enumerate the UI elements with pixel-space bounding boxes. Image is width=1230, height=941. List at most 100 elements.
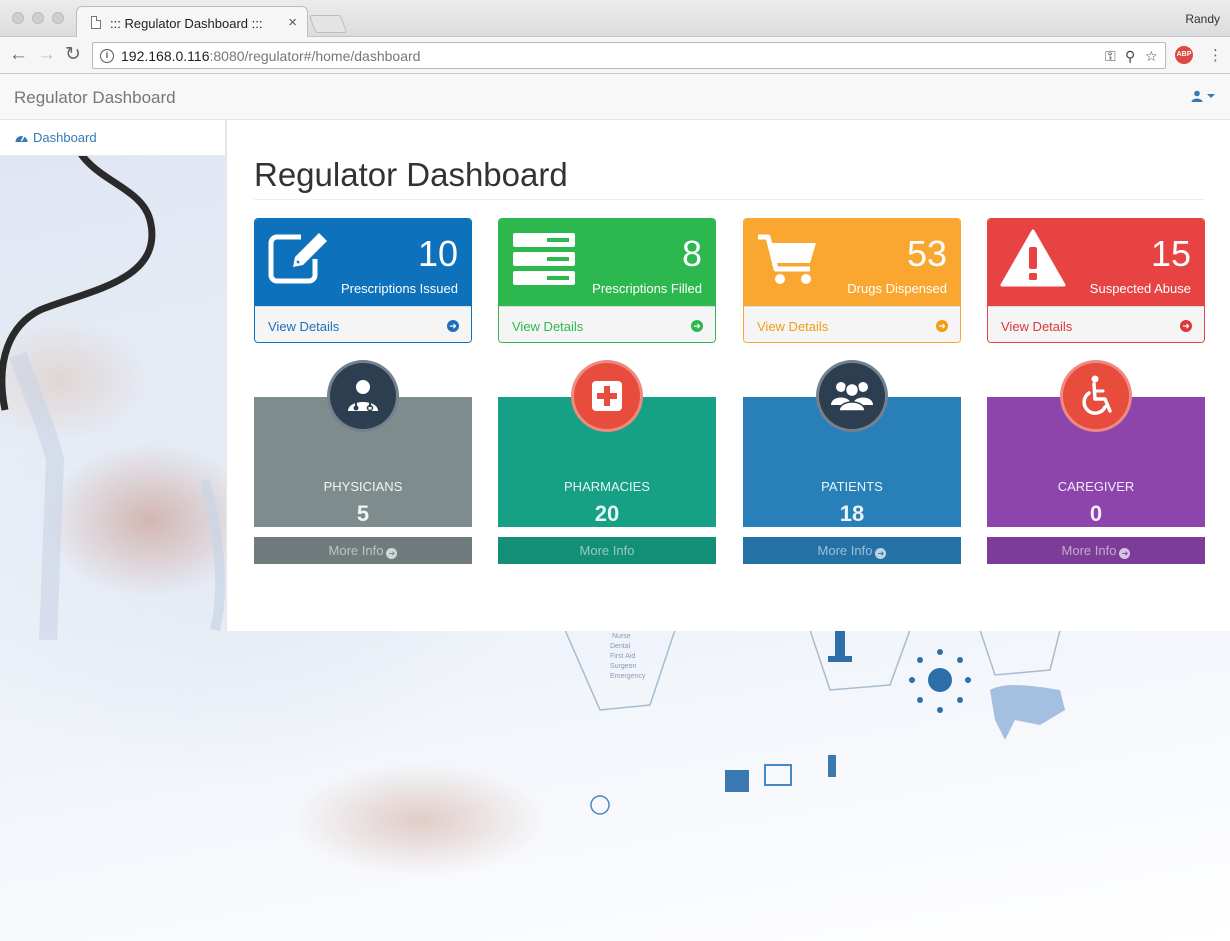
- site-info-icon[interactable]: i: [100, 49, 114, 63]
- panel-count: 15: [1150, 233, 1191, 274]
- users-icon: [831, 382, 873, 412]
- stethoscope-image: [0, 120, 226, 640]
- key-icon[interactable]: ⚿: [1105, 48, 1116, 65]
- panel-suspected-abuse: 15 Suspected Abuse View Details ➜: [987, 218, 1205, 343]
- more-info-link[interactable]: More Info ➜: [743, 537, 961, 564]
- panel-count: 53: [906, 233, 947, 274]
- window-minimize-dot[interactable]: [32, 12, 44, 24]
- navbar-brand[interactable]: Regulator Dashboard: [14, 88, 176, 108]
- wheelchair-icon: [1082, 375, 1112, 415]
- medkit-icon: [592, 381, 622, 411]
- infobox-icon-circle: [816, 360, 888, 432]
- infobox-icon-circle: [327, 360, 399, 432]
- cart-icon: [758, 234, 816, 284]
- view-details-link[interactable]: View Details ➜: [744, 306, 960, 342]
- infobox-count: 18: [839, 501, 865, 526]
- infobox-icon-circle: [571, 360, 643, 432]
- view-details-label: View Details: [757, 319, 829, 334]
- window-zoom-dot[interactable]: [52, 12, 64, 24]
- svg-text:Emergency: Emergency: [610, 673, 646, 680]
- page-header: Regulator Dashboard: [254, 156, 1204, 200]
- zoom-icon[interactable]: ⚲: [1125, 48, 1135, 65]
- page-title: Regulator Dashboard: [254, 156, 568, 193]
- browser-toolbar: ← → ↻ i 192.168.0.116:8080/regulator#/ho…: [0, 37, 1230, 74]
- infobox-pharmacies: PHARMACIES 20 More Info: [498, 360, 716, 564]
- user-icon: [1191, 90, 1203, 102]
- page-icon: [91, 16, 101, 29]
- url-host: 192.168.0.116: [121, 48, 210, 64]
- doctor-icon: [348, 380, 378, 412]
- panel-count: 8: [681, 233, 702, 274]
- app-navbar: Regulator Dashboard: [0, 74, 1230, 120]
- more-info-link[interactable]: More Info ➜: [254, 537, 472, 564]
- infobox-patients: PATIENTS 18 More Info ➜: [743, 360, 961, 564]
- reload-button[interactable]: ↻: [65, 43, 81, 67]
- warning-icon: [1000, 229, 1066, 287]
- more-info-label: More Info: [579, 543, 635, 558]
- view-details-link[interactable]: View Details ➜: [499, 306, 715, 342]
- infobox-count: 0: [1089, 501, 1103, 526]
- page-wrapper: Regulator Dashboard 10 Prescriptions Iss…: [226, 120, 1230, 631]
- tab-title: ::: Regulator Dashboard :::: [110, 16, 263, 31]
- panel-label: Prescriptions Filled: [592, 281, 702, 296]
- arrow-circle-right-icon: ➜: [1180, 320, 1192, 332]
- panel-label: Suspected Abuse: [1089, 281, 1191, 296]
- bookmark-star-icon[interactable]: ☆: [1145, 48, 1158, 65]
- sidebar-item-dashboard[interactable]: Dashboard: [15, 130, 97, 145]
- infobox-label: PHYSICIANS: [323, 479, 403, 494]
- arrow-circle-right-icon: ➜: [447, 320, 459, 332]
- view-details-link[interactable]: View Details ➜: [988, 306, 1204, 342]
- tab-close-icon[interactable]: ×: [288, 14, 297, 31]
- panel-heading: 8 Prescriptions Filled: [499, 219, 715, 306]
- medical-decoration: Nurse Dental First Aid Surgeon Emergency: [564, 630, 1065, 815]
- more-info-link[interactable]: More Info ➜: [987, 537, 1205, 564]
- svg-text:Dental: Dental: [610, 643, 631, 650]
- panel-drugs-dispensed: 53 Drugs Dispensed View Details ➜: [743, 218, 961, 343]
- panel-prescriptions-issued: 10 Prescriptions Issued View Details ➜: [254, 218, 472, 343]
- panel-count: 10: [417, 233, 458, 274]
- more-info-label: More Info: [1061, 543, 1117, 558]
- arrow-circle-right-icon: ➜: [386, 548, 398, 559]
- panel-heading: 53 Drugs Dispensed: [744, 219, 960, 306]
- browser-menu-icon[interactable]: ⋮: [1208, 46, 1223, 64]
- panel-prescriptions-filled: 8 Prescriptions Filled View Details ➜: [498, 218, 716, 343]
- panel-label: Drugs Dispensed: [847, 281, 947, 296]
- svg-text:Nurse: Nurse: [612, 633, 631, 640]
- browser-tab[interactable]: ::: Regulator Dashboard ::: ×: [76, 6, 308, 38]
- view-details-label: View Details: [268, 319, 340, 334]
- adblock-icon[interactable]: ABP: [1175, 46, 1193, 64]
- address-bar[interactable]: i 192.168.0.116:8080/regulator#/home/das…: [92, 42, 1166, 69]
- new-tab-button[interactable]: [308, 15, 348, 33]
- forward-button[interactable]: →: [37, 43, 56, 67]
- edit-icon: [268, 233, 327, 284]
- user-dropdown[interactable]: [1191, 90, 1215, 102]
- svg-text:First Aid: First Aid: [610, 653, 635, 660]
- url-text[interactable]: 192.168.0.116:8080/regulator#/home/dashb…: [121, 48, 420, 64]
- dashboard-icon: [15, 135, 28, 142]
- panel-heading: 15 Suspected Abuse: [988, 219, 1204, 306]
- arrow-circle-right-icon: ➜: [691, 320, 703, 332]
- panel-label: Prescriptions Issued: [340, 281, 458, 296]
- more-info-label: More Info: [817, 543, 873, 558]
- profile-name[interactable]: Randy: [1185, 12, 1220, 26]
- more-info-label: More Info: [328, 543, 384, 558]
- arrow-circle-right-icon: ➜: [936, 320, 948, 332]
- view-details-label: View Details: [512, 319, 584, 334]
- panel-heading: 10 Prescriptions Issued: [255, 219, 471, 306]
- arrow-circle-right-icon: ➜: [1119, 548, 1131, 559]
- window-close-dot[interactable]: [12, 12, 24, 24]
- infobox-count: 20: [594, 501, 620, 526]
- view-details-link[interactable]: View Details ➜: [255, 306, 471, 342]
- more-info-link[interactable]: More Info: [498, 537, 716, 564]
- server-icon: [513, 233, 575, 285]
- sidebar-item-label: Dashboard: [33, 130, 97, 145]
- infobox-count: 5: [356, 501, 370, 526]
- infobox-icon-circle: [1060, 360, 1132, 432]
- sidebar: Dashboard: [0, 120, 226, 156]
- chevron-down-icon: [1207, 94, 1215, 98]
- view-details-label: View Details: [1001, 319, 1073, 334]
- infobox-label: PHARMACIES: [564, 479, 650, 494]
- infobox-label: PATIENTS: [821, 479, 883, 494]
- back-button[interactable]: ←: [9, 43, 28, 67]
- arrow-circle-right-icon: ➜: [875, 548, 887, 559]
